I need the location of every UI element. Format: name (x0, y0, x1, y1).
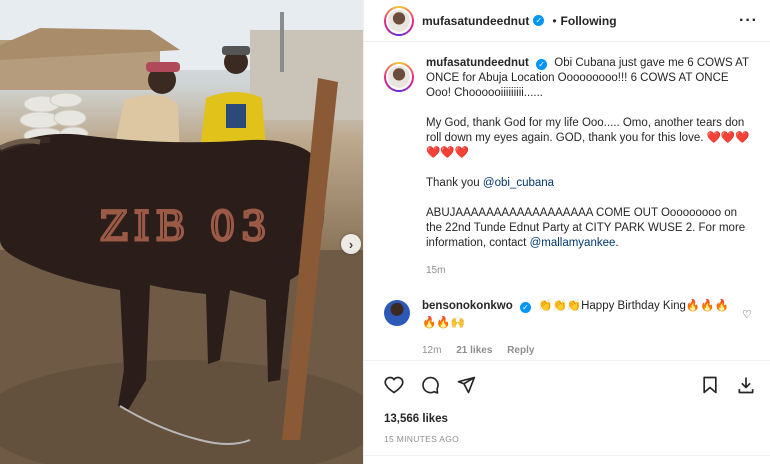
commenter-avatar[interactable] (384, 300, 410, 326)
cow-photo-illustration: ZIB 03 (0, 0, 363, 464)
divider (364, 455, 770, 456)
author-avatar[interactable] (384, 5, 414, 36)
post-details-pane: mufasatundeednut ✓ • Following ··· mufas… (363, 0, 770, 464)
separator-dot: • (552, 13, 557, 28)
verified-badge-icon: ✓ (533, 15, 545, 26)
post-photo[interactable]: ZIB 03 › (0, 0, 363, 464)
likes-count[interactable]: 13,566 likes (384, 413, 756, 425)
more-dots-icon[interactable]: ··· (739, 12, 758, 30)
caption-line-2: My God, thank God for my life Ooo..... O… (426, 117, 745, 144)
post-header: mufasatundeednut ✓ • Following ··· (364, 0, 770, 42)
comment-like-heart-icon[interactable]: ♡ (742, 308, 756, 359)
posted-time: 15 MINUTES AGO (384, 434, 460, 444)
comment-meta: 12m 21 likes Reply (422, 342, 734, 359)
verified-badge-icon: ✓ (519, 302, 531, 313)
brand-text: ZIB 03 (100, 204, 273, 250)
caption-thanks: Thank you (426, 177, 483, 189)
send-icon[interactable] (456, 375, 476, 395)
heart-icon[interactable] (384, 375, 404, 395)
following-button[interactable]: Following (561, 14, 617, 28)
reply-button[interactable]: Reply (507, 345, 534, 356)
comment-time: 12m (422, 345, 442, 356)
author-username[interactable]: mufasatundeednut (422, 14, 529, 28)
commenter-username[interactable]: bensonokonkwo (422, 300, 513, 312)
caption-username[interactable]: mufasatundeednut (426, 57, 529, 69)
verified-badge-icon: ✓ (536, 59, 548, 70)
comment-row: bensonokonkwo ✓ 👏👏👏Happy Birthday King🔥🔥… (384, 298, 756, 359)
comments-area[interactable]: mufasatundeednut ✓ Obi Cubana just gave … (364, 42, 770, 360)
mention-obi-cubana[interactable]: @obi_cubana (483, 177, 554, 189)
caption-line-4-end: . (615, 237, 619, 249)
comment-icon[interactable] (420, 375, 440, 395)
caption-avatar[interactable] (384, 62, 414, 92)
caption: mufasatundeednut ✓ Obi Cubana just gave … (384, 56, 756, 278)
mention-mallamyankee[interactable]: @mallamyankee (530, 237, 616, 249)
comment-likes[interactable]: 21 likes (456, 345, 492, 356)
bookmark-icon[interactable] (700, 375, 720, 395)
caption-time: 15m (426, 265, 446, 276)
download-icon[interactable] (736, 375, 756, 395)
post-actions: 13,566 likes 15 MINUTES AGO (364, 360, 770, 444)
chevron-right-icon[interactable]: › (341, 234, 361, 254)
instagram-post-window: ZIB 03 › mufasatundeednut ✓ • Following … (0, 0, 770, 464)
